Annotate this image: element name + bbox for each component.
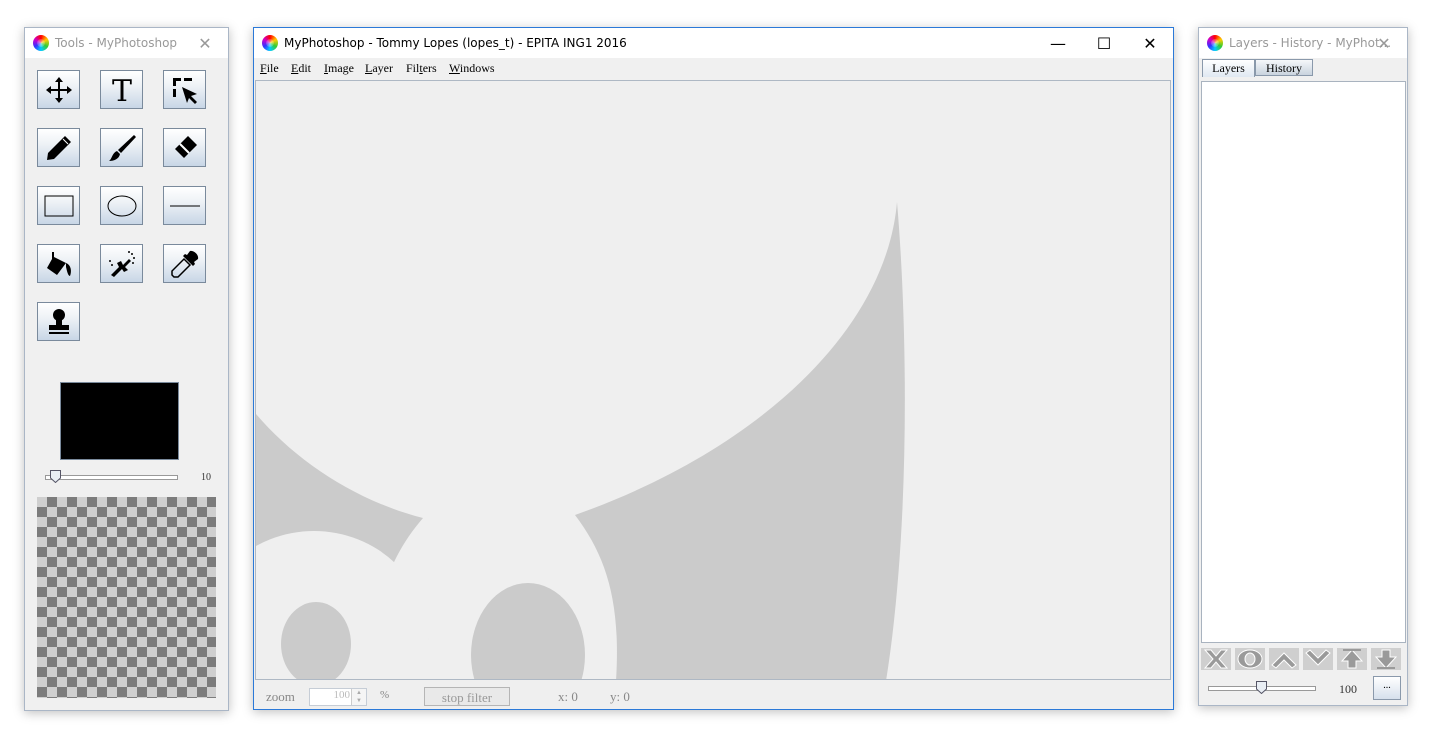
stamp-tool-button[interactable] xyxy=(37,302,80,341)
brush-preview-transparency xyxy=(37,497,216,698)
tools-titlebar[interactable]: Tools - MyPhotoshop ✕ xyxy=(25,28,228,58)
zoom-spinner[interactable]: ▲ ▼ xyxy=(351,689,366,705)
tools-close-button[interactable]: ✕ xyxy=(182,28,228,58)
layers-list[interactable] xyxy=(1201,81,1406,643)
maximize-button[interactable]: ☐ xyxy=(1081,28,1127,58)
move-icon xyxy=(45,76,72,103)
current-color-swatch[interactable] xyxy=(60,382,179,460)
eyedropper-tool-button[interactable] xyxy=(163,244,206,283)
main-titlebar[interactable]: MyPhotoshop - Tommy Lopes (lopes_t) - EP… xyxy=(254,28,1173,58)
status-bar: zoom 100 ▲ ▼ % stop filter x: 0 y: 0 xyxy=(254,680,1173,708)
selection-icon xyxy=(172,77,197,104)
move-down-icon xyxy=(1305,649,1331,666)
x-coordinate: x: 0 xyxy=(558,689,578,704)
rectangle-icon xyxy=(44,195,73,216)
delete-layer-button[interactable] xyxy=(1201,648,1231,670)
tools-window-title: Tools - MyPhotoshop xyxy=(55,36,178,50)
menu-layer[interactable]: Layer xyxy=(365,61,393,76)
menu-bar: File Edit Image Layer Filters Windows xyxy=(254,58,1173,80)
layers-window: Layers - History - MyPhot... ✕ Layers Hi… xyxy=(1198,27,1408,706)
selection-tool-button[interactable] xyxy=(163,70,206,109)
move-layer-bottom-button[interactable] xyxy=(1371,648,1401,670)
y-coordinate: y: 0 xyxy=(610,689,630,704)
paint-bucket-icon xyxy=(46,251,71,276)
delete-layer-icon xyxy=(1203,649,1229,669)
minimize-button[interactable]: — xyxy=(1035,28,1081,58)
move-top-icon xyxy=(1340,649,1364,669)
ellipse-tool-button[interactable] xyxy=(100,186,143,225)
eraser-icon xyxy=(174,135,197,158)
pencil-icon xyxy=(46,135,71,160)
menu-windows[interactable]: Windows xyxy=(449,61,495,76)
layers-titlebar[interactable]: Layers - History - MyPhot... ✕ xyxy=(1199,28,1407,58)
move-layer-up-button[interactable] xyxy=(1269,648,1299,670)
layers-close-button[interactable]: ✕ xyxy=(1361,28,1407,58)
toggle-visibility-button[interactable] xyxy=(1235,648,1265,670)
close-button[interactable]: ✕ xyxy=(1127,28,1173,58)
spray-icon xyxy=(108,250,135,277)
move-up-icon xyxy=(1271,652,1297,669)
menu-filters[interactable]: Filters xyxy=(406,61,437,76)
fill-tool-button[interactable] xyxy=(37,244,80,283)
text-tool-button[interactable]: T xyxy=(100,70,143,109)
brush-size-value: 10 xyxy=(201,472,211,483)
zoom-value: 100 xyxy=(333,689,351,701)
zoom-label: zoom xyxy=(266,689,295,704)
zoom-input[interactable]: 100 ▲ ▼ xyxy=(309,688,367,706)
svg-text:T: T xyxy=(111,75,131,105)
brush-tool-button[interactable] xyxy=(100,128,143,167)
move-layer-down-button[interactable] xyxy=(1303,648,1333,670)
line-tool-button[interactable] xyxy=(163,186,206,225)
layer-options-button[interactable]: ... xyxy=(1373,676,1401,700)
percent-label: % xyxy=(380,689,390,701)
text-icon: T xyxy=(111,75,131,105)
app-logo-icon xyxy=(1207,35,1223,51)
pencil-tool-button[interactable] xyxy=(37,128,80,167)
brush-icon xyxy=(108,134,136,161)
stamp-icon xyxy=(48,308,69,334)
opacity-value: 100 xyxy=(1339,682,1357,696)
spray-tool-button[interactable] xyxy=(100,244,143,283)
tools-window: Tools - MyPhotoshop ✕ T 10 xyxy=(24,27,229,711)
move-layer-top-button[interactable] xyxy=(1337,648,1367,670)
tab-layers[interactable]: Layers xyxy=(1202,59,1255,77)
main-window-title: MyPhotoshop - Tommy Lopes (lopes_t) - EP… xyxy=(284,36,627,50)
move-bottom-icon xyxy=(1374,649,1398,669)
rectangle-tool-button[interactable] xyxy=(37,186,80,225)
app-logo-icon xyxy=(262,35,278,51)
move-tool-button[interactable] xyxy=(37,70,80,109)
menu-image[interactable]: Image xyxy=(324,61,354,76)
tab-history[interactable]: History xyxy=(1255,59,1313,76)
canvas-background-artwork xyxy=(256,202,905,679)
opacity-slider-thumb[interactable] xyxy=(1256,681,1267,694)
line-icon xyxy=(169,205,200,206)
stop-filter-button[interactable]: stop filter xyxy=(424,687,510,706)
eyedropper-icon xyxy=(170,250,198,278)
menu-file[interactable]: File xyxy=(260,61,279,76)
app-logo-icon xyxy=(33,35,49,51)
main-window: MyPhotoshop - Tommy Lopes (lopes_t) - EP… xyxy=(253,27,1174,710)
toggle-visibility-icon xyxy=(1237,649,1263,669)
brush-size-slider-track[interactable] xyxy=(45,475,178,480)
eraser-tool-button[interactable] xyxy=(163,128,206,167)
menu-edit[interactable]: Edit xyxy=(291,61,311,76)
drawing-canvas[interactable] xyxy=(255,80,1171,680)
ellipse-icon xyxy=(107,195,136,216)
brush-size-slider-thumb[interactable] xyxy=(50,470,61,483)
